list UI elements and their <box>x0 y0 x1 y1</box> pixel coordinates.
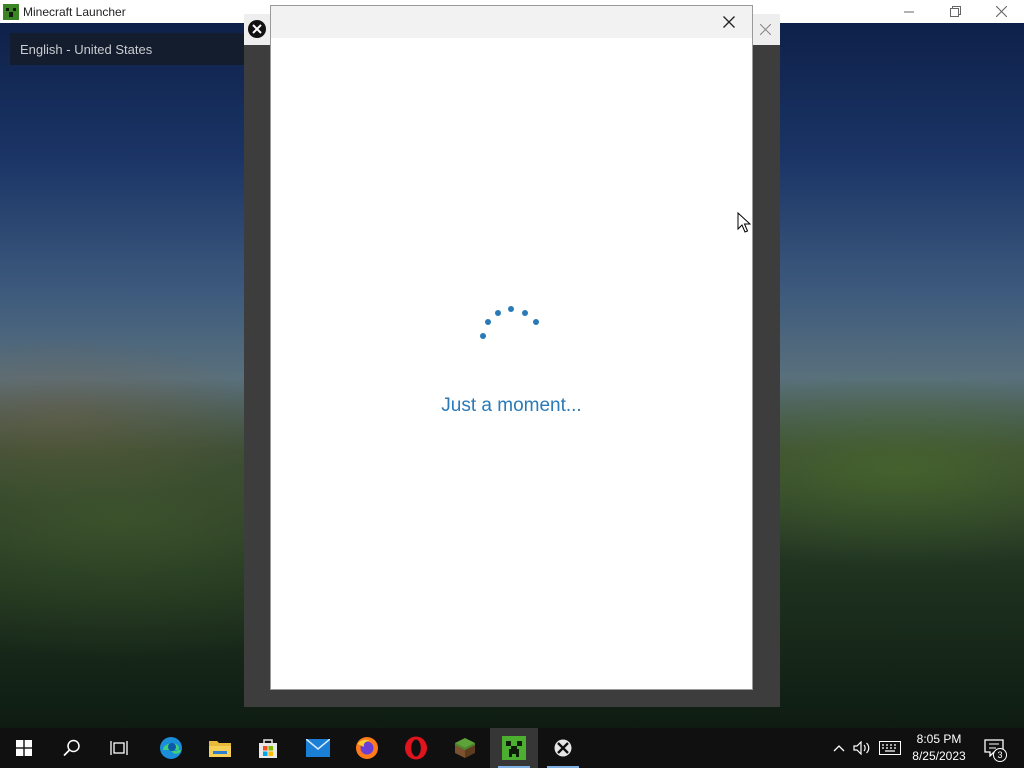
edge-button[interactable] <box>147 728 195 768</box>
firefox-button[interactable] <box>343 728 391 768</box>
loading-spinner-icon <box>480 306 539 339</box>
keyboard-icon <box>879 741 901 755</box>
opera-icon <box>405 736 427 760</box>
mouse-cursor-icon <box>737 212 751 233</box>
window-title: Minecraft Launcher <box>23 4 126 19</box>
start-button[interactable] <box>0 728 48 768</box>
dialog-titlebar <box>271 6 752 38</box>
restore-button[interactable] <box>932 0 978 23</box>
taskbar: 8:05 PM 8/25/2023 <box>0 728 1024 768</box>
restore-icon <box>949 6 961 17</box>
minecraft-launcher-button[interactable] <box>490 728 538 768</box>
clock[interactable]: 8:05 PM 8/25/2023 <box>906 731 972 765</box>
action-center-button[interactable] <box>980 728 1008 768</box>
store-button[interactable] <box>244 728 292 768</box>
task-view-button[interactable] <box>96 728 144 768</box>
minimize-icon <box>904 11 914 12</box>
search-icon <box>63 739 80 757</box>
creeper-icon <box>3 3 19 20</box>
close-icon <box>723 16 735 28</box>
close-icon <box>759 23 771 35</box>
windows-icon <box>16 740 32 756</box>
clock-date: 8/25/2023 <box>912 749 966 763</box>
dialog-close-button[interactable] <box>718 13 740 31</box>
firefox-icon <box>356 737 378 759</box>
file-explorer-button[interactable] <box>196 728 244 768</box>
mail-button[interactable] <box>294 728 342 768</box>
opera-button[interactable] <box>392 728 440 768</box>
grass-block-icon <box>455 738 475 758</box>
creeper-icon <box>502 736 526 760</box>
folder-icon <box>209 741 231 757</box>
minecraft-classic-button[interactable] <box>441 728 489 768</box>
close-icon <box>995 6 1007 17</box>
speaker-icon <box>853 741 870 755</box>
edge-icon <box>160 737 182 759</box>
task-view-icon <box>110 741 128 755</box>
close-window-button[interactable] <box>978 0 1024 23</box>
show-hidden-icons-button[interactable] <box>828 728 850 768</box>
xbox-dialog-close-button[interactable] <box>756 20 774 38</box>
xbox-icon <box>248 20 266 38</box>
store-icon <box>259 739 277 758</box>
xbox-icon <box>554 739 572 757</box>
sign-in-dialog: Just a moment... <box>271 6 752 689</box>
minimize-button[interactable] <box>886 0 932 23</box>
volume-button[interactable] <box>851 728 873 768</box>
language-select[interactable]: English - United States <box>10 33 250 65</box>
notification-count-badge: 3 <box>993 748 1007 762</box>
search-button[interactable] <box>48 728 96 768</box>
xbox-button[interactable] <box>539 728 587 768</box>
window-controls <box>886 0 1024 23</box>
mail-icon <box>306 739 330 757</box>
loading-message: Just a moment... <box>441 395 582 416</box>
clock-time: 8:05 PM <box>916 732 962 746</box>
chevron-up-icon <box>833 745 845 752</box>
touch-keyboard-button[interactable] <box>876 728 904 768</box>
